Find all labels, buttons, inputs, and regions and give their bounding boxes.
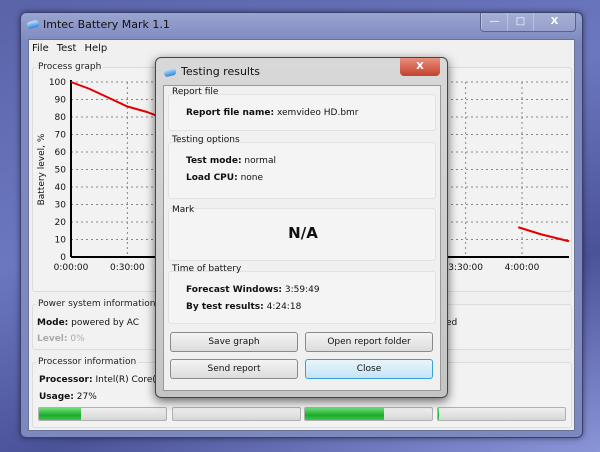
y-axis-label: Battery level, % xyxy=(37,133,47,205)
time-of-battery-label: Time of battery xyxy=(172,264,242,274)
level-label: Level: xyxy=(37,334,68,344)
core-usage-bar-1 xyxy=(38,407,167,421)
y-tick-label: 30 xyxy=(55,201,67,211)
y-tick-label: 100 xyxy=(49,78,66,88)
mark-value: N/A xyxy=(288,224,318,242)
x-tick-label: 3:30:00 xyxy=(448,263,483,273)
test-mode-label: Test mode: xyxy=(186,156,242,166)
processor-usage: Usage: 27% xyxy=(39,392,97,402)
menu-file[interactable]: File xyxy=(32,43,49,54)
y-tick-label: 90 xyxy=(55,96,67,106)
send-report-button[interactable]: Send report xyxy=(170,359,298,379)
battery-app-icon xyxy=(26,19,40,30)
y-tick-label: 60 xyxy=(55,148,67,158)
dialog-close-button[interactable]: X xyxy=(400,58,440,76)
load-cpu-row: Load CPU: none xyxy=(186,173,263,183)
close-button[interactable]: X xyxy=(533,13,575,31)
save-graph-button[interactable]: Save graph xyxy=(170,332,298,352)
power-level: Level: 0% xyxy=(37,334,85,344)
window-title: Imtec Battery Mark 1.1 xyxy=(43,18,170,31)
y-tick-label: 10 xyxy=(55,236,67,246)
dialog-content: Report file Report file name: xemvideo H… xyxy=(163,85,441,391)
test-mode-value: normal xyxy=(244,156,276,166)
battery-app-icon xyxy=(163,67,177,78)
menu-test[interactable]: Test xyxy=(57,43,77,54)
core-usage-fill xyxy=(305,408,384,420)
open-report-folder-button[interactable]: Open report folder xyxy=(305,332,433,352)
core-usage-fill xyxy=(39,408,81,420)
processor-name: Processor: Intel(R) Core( xyxy=(39,375,156,385)
report-file-label: Report file xyxy=(172,87,219,97)
core-usage-bar-2 xyxy=(172,407,301,421)
mode-value: powered by AC xyxy=(71,318,140,328)
menu-bar: File Test Help xyxy=(32,43,107,54)
caption-buttons: — □ X xyxy=(480,13,576,32)
battery-line xyxy=(517,226,570,243)
y-tick-label: 80 xyxy=(55,113,67,123)
process-graph-label: Process graph xyxy=(36,62,104,72)
mode-label: Mode: xyxy=(37,318,69,328)
time-of-battery-section xyxy=(168,271,436,324)
test-mode-row: Test mode: normal xyxy=(186,156,276,166)
core-usage-fill xyxy=(438,408,440,420)
report-file-name-value: xemvideo HD.bmr xyxy=(276,108,359,118)
test-result-label: By test results: xyxy=(186,302,264,312)
testing-options-label: Testing options xyxy=(172,135,240,145)
y-tick-label: 70 xyxy=(55,131,67,141)
test-result-value: 4:24:18 xyxy=(266,302,302,312)
maximize-button[interactable]: □ xyxy=(507,13,533,31)
testing-results-dialog: Testing results X Report file Report fil… xyxy=(155,57,448,398)
report-file-name-label: Report file name: xyxy=(186,108,275,118)
testing-options-section xyxy=(168,142,436,199)
processor-label: Processor: xyxy=(39,375,93,385)
test-result-row: By test results: 4:24:18 xyxy=(186,302,301,312)
close-dialog-button[interactable]: Close xyxy=(305,359,433,379)
forecast-row: Forecast Windows: 3:59:49 xyxy=(186,285,320,295)
menu-help[interactable]: Help xyxy=(84,43,107,54)
core-usage-bar-4 xyxy=(437,407,566,421)
power-mode: Mode: powered by AC xyxy=(37,318,139,328)
x-tick-label: 4:00:00 xyxy=(505,263,540,273)
battery-line xyxy=(70,81,156,117)
usage-value: 27% xyxy=(76,392,97,402)
level-value: 0% xyxy=(70,334,85,344)
y-tick-label: 20 xyxy=(55,218,67,228)
processor-value: Intel(R) Core( xyxy=(95,375,156,385)
report-file-row: Report file name: xemvideo HD.bmr xyxy=(186,108,359,118)
x-tick-label: 0:30:00 xyxy=(110,263,145,273)
dialog-title: Testing results xyxy=(181,65,261,78)
mark-label: Mark xyxy=(172,205,195,215)
y-tick-label: 40 xyxy=(55,183,67,193)
minimize-button[interactable]: — xyxy=(481,13,507,31)
load-cpu-label: Load CPU: xyxy=(186,173,238,183)
forecast-value: 3:59:49 xyxy=(284,285,320,295)
x-tick-label: 0:00:00 xyxy=(54,263,89,273)
forecast-label: Forecast Windows: xyxy=(186,285,283,295)
load-cpu-value: none xyxy=(240,173,264,183)
y-tick-label: 50 xyxy=(55,166,67,176)
y-tick-label: 0 xyxy=(60,253,66,263)
power-info-label: Power system information xyxy=(36,299,158,309)
usage-label: Usage: xyxy=(39,392,74,402)
processor-info-label: Processor information xyxy=(36,357,139,367)
core-usage-bar-3 xyxy=(304,407,433,421)
